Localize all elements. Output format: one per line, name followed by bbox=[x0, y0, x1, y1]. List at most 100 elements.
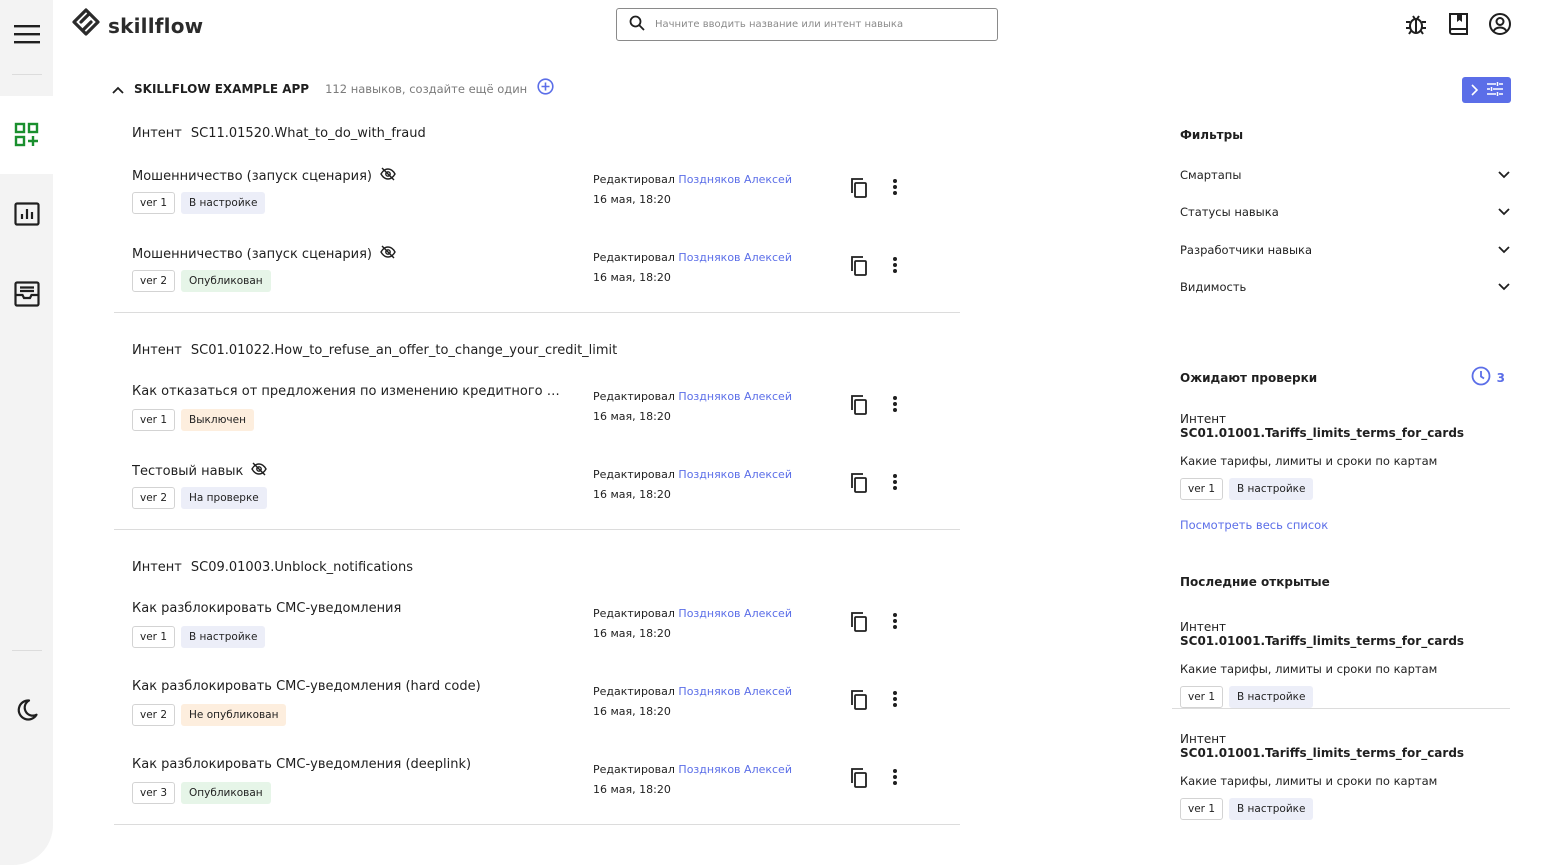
skill-row[interactable]: Мошенничество (запуск сценария) ver 2 Оп… bbox=[114, 234, 960, 312]
filter-smartapps[interactable]: Смартапы bbox=[1180, 168, 1510, 182]
skill-badges: ver 1 В настройке bbox=[132, 192, 266, 214]
edited-label: Редактировал bbox=[593, 607, 675, 620]
edited-info: Редактировал Поздняков Алексей 16 мая, 1… bbox=[593, 248, 792, 288]
skill-badges: ver 2 Не опубликован bbox=[132, 704, 287, 726]
copy-icon[interactable] bbox=[850, 768, 868, 792]
collapse-chevron-icon[interactable] bbox=[112, 79, 124, 98]
account-icon[interactable] bbox=[1488, 12, 1512, 36]
card-intent: Интент SC01.01001.Tariffs_limits_terms_f… bbox=[1180, 732, 1510, 760]
version-badge: ver 2 bbox=[132, 270, 176, 292]
edited-date: 16 мая, 18:20 bbox=[593, 410, 671, 423]
editor-link[interactable]: Поздняков Алексей bbox=[678, 173, 792, 186]
intent-id: SC01.01022.How_to_refuse_an_offer_to_cha… bbox=[190, 342, 618, 358]
inbox-icon[interactable] bbox=[0, 274, 53, 314]
pending-count-value: 3 bbox=[1496, 370, 1505, 385]
edited-label: Редактировал bbox=[593, 173, 675, 186]
app-name: SKILLFLOW EXAMPLE APP bbox=[134, 81, 310, 96]
book-icon[interactable] bbox=[1446, 12, 1470, 36]
editor-link[interactable]: Поздняков Алексей bbox=[678, 685, 792, 698]
intent-id: SC09.01003.Unblock_notifications bbox=[190, 559, 413, 575]
skill-name-text: Как разблокировать СМС-уведомления (deep… bbox=[132, 757, 472, 772]
version-badge: ver 2 bbox=[132, 704, 176, 726]
filter-label: Статусы навыка bbox=[1180, 205, 1279, 219]
see-all-link[interactable]: Посмотреть весь список bbox=[1180, 518, 1328, 532]
chevron-right-icon bbox=[1470, 81, 1479, 100]
skill-row[interactable]: Как разблокировать СМС-уведомления (hard… bbox=[114, 668, 960, 746]
skill-name-text: Как разблокировать СМС-уведомления bbox=[132, 601, 402, 616]
intent-title[interactable]: Интент SC11.01520.What_to_do_with_fraud bbox=[114, 110, 960, 156]
toggle-filters-button[interactable] bbox=[1462, 77, 1511, 103]
copy-icon[interactable] bbox=[850, 178, 868, 202]
more-vert-icon[interactable] bbox=[892, 256, 898, 278]
more-vert-icon[interactable] bbox=[892, 473, 898, 495]
recent-card[interactable]: Интент SC01.01001.Tariffs_limits_terms_f… bbox=[1180, 620, 1510, 708]
version-badge: ver 1 bbox=[1180, 478, 1224, 500]
filter-skill-status[interactable]: Статусы навыка bbox=[1180, 205, 1510, 219]
intent-label: Интент bbox=[1180, 620, 1227, 634]
edited-info: Редактировал Поздняков Алексей 16 мая, 1… bbox=[593, 465, 792, 505]
copy-icon[interactable] bbox=[850, 395, 868, 419]
search-input[interactable] bbox=[655, 19, 975, 30]
apps-add-icon[interactable] bbox=[0, 96, 53, 174]
copy-icon[interactable] bbox=[850, 612, 868, 636]
pending-title: Ожидают проверки bbox=[1180, 370, 1318, 385]
editor-link[interactable]: Поздняков Алексей bbox=[678, 390, 792, 403]
app-header: SKILLFLOW EXAMPLE APP 112 навыков, созда… bbox=[112, 78, 554, 99]
status-badge: Выключен bbox=[181, 409, 254, 431]
dark-mode-icon[interactable] bbox=[0, 690, 53, 730]
skill-row[interactable]: Как отказаться от предложения по изменен… bbox=[114, 373, 960, 451]
tune-icon bbox=[1486, 81, 1503, 100]
skill-row[interactable]: Мошенничество (запуск сценария) ver 1 В … bbox=[114, 156, 960, 234]
status-badge: В настройке bbox=[181, 192, 266, 214]
more-vert-icon[interactable] bbox=[892, 395, 898, 417]
skill-name: Мошенничество (запуск сценария) bbox=[132, 167, 396, 185]
editor-link[interactable]: Поздняков Алексей bbox=[678, 763, 792, 776]
version-badge: ver 1 bbox=[1180, 686, 1224, 708]
brand-logo[interactable]: skillflow bbox=[72, 8, 203, 44]
intent-title[interactable]: Интент SC01.01022.How_to_refuse_an_offer… bbox=[114, 327, 960, 373]
version-badge: ver 1 bbox=[132, 192, 176, 214]
chevron-down-icon bbox=[1498, 168, 1510, 182]
skill-name: Как разблокировать СМС-уведомления (deep… bbox=[132, 757, 471, 772]
status-badge: В настройке bbox=[1229, 686, 1314, 708]
search-box[interactable] bbox=[616, 8, 998, 41]
copy-icon[interactable] bbox=[850, 256, 868, 280]
intent-group: Интент SC01.01022.How_to_refuse_an_offer… bbox=[114, 313, 960, 530]
more-vert-icon[interactable] bbox=[892, 178, 898, 200]
copy-icon[interactable] bbox=[850, 473, 868, 497]
edited-info: Редактировал Поздняков Алексей 16 мая, 1… bbox=[593, 387, 792, 427]
more-vert-icon[interactable] bbox=[892, 612, 898, 634]
copy-icon[interactable] bbox=[850, 690, 868, 714]
intent-id: SC01.01001.Tariffs_limits_terms_for_card… bbox=[1180, 634, 1465, 648]
pending-card[interactable]: Интент SC01.01001.Tariffs_limits_terms_f… bbox=[1180, 412, 1510, 500]
skill-name-text: Как отказаться от предложения по изменен… bbox=[132, 384, 560, 399]
edited-date: 16 мая, 18:20 bbox=[593, 705, 671, 718]
card-intent: Интент SC01.01001.Tariffs_limits_terms_f… bbox=[1180, 620, 1510, 648]
filter-developers[interactable]: Разработчики навыка bbox=[1180, 243, 1510, 257]
edited-label: Редактировал bbox=[593, 763, 675, 776]
editor-link[interactable]: Поздняков Алексей bbox=[678, 251, 792, 264]
intent-id: SC01.01001.Tariffs_limits_terms_for_card… bbox=[1180, 426, 1465, 440]
skill-row[interactable]: Тестовый навык ver 2 На проверке Редакти… bbox=[114, 451, 960, 529]
card-badges: ver 1 В настройке bbox=[1180, 686, 1510, 708]
skill-row[interactable]: Как разблокировать СМС-уведомления (deep… bbox=[114, 746, 960, 824]
more-vert-icon[interactable] bbox=[892, 690, 898, 712]
skill-row[interactable]: Как разблокировать СМС-уведомления ver 1… bbox=[114, 590, 960, 668]
intent-label: Интент bbox=[132, 559, 182, 575]
header-actions bbox=[1404, 12, 1512, 36]
hidden-eye-icon bbox=[380, 167, 396, 185]
edited-info: Редактировал Поздняков Алексей 16 мая, 1… bbox=[593, 604, 792, 644]
more-vert-icon[interactable] bbox=[892, 768, 898, 790]
pending-count[interactable]: 3 bbox=[1471, 366, 1505, 389]
editor-link[interactable]: Поздняков Алексей bbox=[678, 468, 792, 481]
menu-icon[interactable] bbox=[0, 14, 53, 54]
bug-icon[interactable] bbox=[1404, 12, 1428, 36]
recent-card[interactable]: Интент SC01.01001.Tariffs_limits_terms_f… bbox=[1180, 732, 1510, 820]
intent-group: Интент SC09.01003.Unblock_notifications … bbox=[114, 530, 960, 825]
intent-title[interactable]: Интент SC09.01003.Unblock_notifications bbox=[114, 544, 960, 590]
add-skill-icon[interactable] bbox=[537, 78, 554, 99]
filter-visibility[interactable]: Видимость bbox=[1180, 280, 1510, 294]
status-badge: Опубликован bbox=[181, 270, 271, 292]
editor-link[interactable]: Поздняков Алексей bbox=[678, 607, 792, 620]
analytics-icon[interactable] bbox=[0, 194, 53, 234]
